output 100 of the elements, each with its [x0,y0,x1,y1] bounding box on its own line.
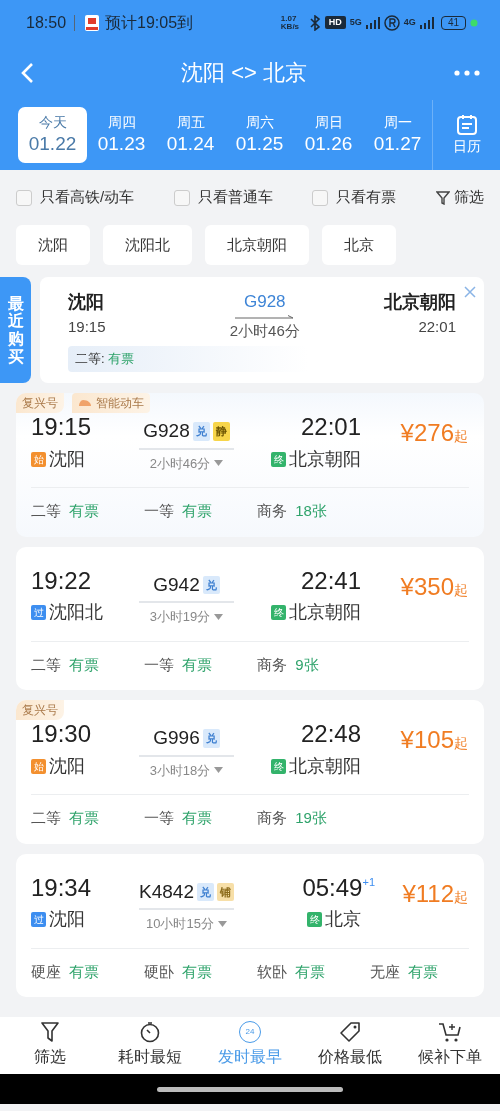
seat-class: 一等 [144,809,174,826]
hd-indicator: HD [324,16,346,29]
station-badge: 始 [31,758,46,774]
station-name: 沈阳 [49,448,85,469]
departure-time: 19:22 [31,566,93,596]
train-badge: 铺 [216,882,234,901]
station-name: 北京朝阳 [289,448,361,469]
train-badge: 兑 [202,575,220,594]
duration: 3小时19分 [149,608,211,626]
signal-icon [419,16,434,29]
arrival-time: 05:49 [302,873,363,903]
network-type: 5G [349,18,362,27]
nav-tab[interactable]: 价格最低 [300,1017,400,1074]
station-badge: 终 [307,912,322,928]
status-dot-icon [470,18,478,27]
dropdown-icon[interactable] [217,920,227,927]
ticket-status: 有票 [69,655,100,673]
train-tag: 复兴号 [16,393,64,413]
back-button[interactable] [20,60,34,85]
registered-icon [383,14,400,31]
station-badge: 终 [271,605,286,621]
more-icon [454,70,480,77]
dropdown-icon[interactable] [214,767,224,774]
departure-time: 19:30 [31,720,93,749]
price-suffix: 起 [454,428,468,446]
filter-icon [436,190,450,205]
seat-class: 商务 [257,809,287,826]
close-icon [464,285,476,298]
network-speed: 1.07 KB/s [280,14,301,31]
network-type: 4G [403,18,416,27]
ticket-status: 有票 [182,655,213,673]
station-chip[interactable]: 北京朝阳 [205,225,309,265]
stopwatch-icon [139,1021,161,1043]
station-name: 沈阳 [49,755,85,776]
checkbox[interactable] [16,189,32,206]
station-badge: 终 [271,451,286,467]
station-badge: 过 [31,912,46,928]
station-badge: 终 [271,758,286,774]
home-indicator[interactable] [157,1086,343,1092]
dropdown-icon[interactable] [214,613,224,620]
checkbox-label: 只看有票 [336,187,397,208]
checkbox-label: 只看普通车 [197,187,273,208]
station-name: 北京 [325,909,361,930]
departure-time: 19:15 [68,317,106,337]
train-badge: 兑 [192,422,210,441]
cart-icon [438,1021,462,1043]
station-name: 北京朝阳 [384,291,456,314]
train-badge: 静 [212,422,230,441]
tag-icon [339,1021,361,1043]
ticket-status: 18张 [295,502,327,519]
app-icon [83,13,102,32]
arrival-time: 22:41 [300,566,361,596]
recent-card[interactable]: 沈阳 19:15 G928 2小时46分 北京朝阳 22:01 二等: 有票 [40,277,484,383]
checkbox[interactable] [173,189,190,206]
station-chip[interactable]: 沈阳北 [103,225,192,265]
station-badge: 过 [31,605,46,621]
price-suffix: 起 [454,581,468,600]
seat-class: 二等: [75,351,105,366]
duration: 10小时15分 [146,915,214,933]
nav-tab[interactable]: 筛选 [0,1017,100,1074]
train-card[interactable]: 复兴号 19:30 始 沈阳 G996 兑 3小时18分 22:48 终 北京朝阳 ¥105起 二等 有票 一等 有票 商务 19张 [16,700,484,844]
seat-class: 一等 [144,502,174,519]
seat-class: 二等 [31,502,61,519]
station-chip[interactable]: 沈阳 [16,225,90,265]
ticket-status: 有票 [69,962,100,980]
duration: 2小时46分 [229,320,300,341]
arrival-time: 22:01 [418,317,456,337]
signal-icon [365,16,380,29]
seat-class: 无座 [370,962,400,980]
date-tab[interactable]: 今天 01.22 [18,107,87,163]
back-icon [20,62,34,85]
train-number: G928 [243,291,286,313]
arrival-time: 22:48 [300,720,361,749]
train-card[interactable]: 19:22 过 沈阳北 G942 兑 3小时19分 22:41 终 北京朝阳 ¥350起 二等 有票 一等 有票 商务 9张 [16,546,484,690]
station-chip[interactable]: 北京 [322,225,396,265]
filter-button[interactable]: 筛选 [436,186,484,209]
ticket-status: 有票 [69,809,100,826]
nav-tab[interactable]: 耗时最短 [100,1017,200,1074]
seat-class: 二等 [31,655,61,673]
dropdown-icon[interactable] [214,460,224,467]
ticket-status: 9张 [295,655,319,673]
seat-class: 软卧 [257,962,287,980]
duration: 2小时46分 [149,454,211,473]
price-amount: ¥350 [400,571,454,602]
price-amount: ¥112 [402,878,454,909]
bluetooth-icon [308,14,321,31]
seat-class: 硬座 [31,962,61,980]
checkbox[interactable] [312,189,329,206]
arrival-time: 22:01 [300,413,361,442]
duration: 3小时18分 [149,761,211,780]
station-badge: 始 [31,451,46,467]
clock-time: 18:50 [26,12,67,33]
price-suffix: 起 [454,735,468,753]
train-card[interactable]: 复兴号 智能动车 19:15 始 沈阳 G928 兑 静 2小时46分 22:01 终 北京朝阳 ¥276起 二等 有票 一等 有票 商务 18张 [16,393,484,537]
train-tag: 智能动车 [72,393,150,413]
train-number: G928 [143,419,190,443]
price-amount: ¥105 [400,725,454,755]
checkbox-label: 只看高铁/动车 [40,187,135,208]
nav-tab[interactable]: 候补下单 [400,1017,500,1074]
notification-text: 预计19:05到 [105,12,194,33]
